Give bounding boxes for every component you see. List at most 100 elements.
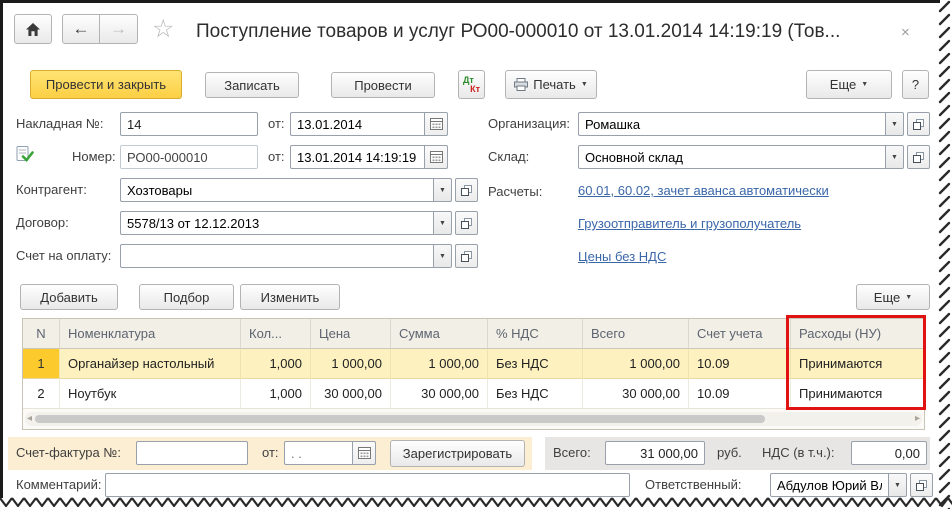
settlements-link[interactable]: 60.01, 60.02, зачет аванса автоматически	[578, 183, 829, 198]
pick-button[interactable]: Подбор	[139, 284, 234, 310]
number-date-field	[290, 145, 448, 169]
open-button[interactable]	[907, 112, 930, 136]
col-header-expenses: Расходы (НУ)	[791, 319, 926, 349]
forward-button[interactable]: →	[100, 14, 138, 44]
toolbar-more-button[interactable]: Еще ▼	[806, 70, 892, 99]
contract-combo: ▼	[120, 211, 478, 235]
number-input[interactable]	[120, 145, 258, 169]
chevron-down-icon: ▼	[439, 187, 446, 194]
counterparty-input[interactable]	[120, 178, 433, 202]
torn-edge-bottom	[0, 496, 952, 509]
dropdown-button[interactable]: ▼	[433, 178, 452, 202]
invoice-date-label: от:	[268, 112, 285, 136]
open-in-list-icon	[461, 185, 472, 196]
register-invoice-button[interactable]: Зарегистрировать	[390, 440, 525, 467]
printer-icon	[514, 78, 528, 91]
invoice-reg-date-input[interactable]	[284, 441, 352, 465]
warehouse-combo: ▼	[578, 145, 930, 169]
comment-label: Комментарий:	[16, 473, 102, 497]
open-button[interactable]	[455, 178, 478, 202]
post-button[interactable]: Провести	[331, 72, 435, 98]
vat-input[interactable]	[851, 441, 927, 465]
edit-button[interactable]: Изменить	[240, 284, 340, 310]
comment-input[interactable]	[105, 473, 630, 497]
items-more-label: Еще	[874, 290, 900, 305]
close-icon[interactable]: ×	[901, 25, 910, 40]
calendar-button[interactable]	[424, 145, 448, 169]
col-header-total: Всего	[583, 319, 689, 349]
responsible-label: Ответственный:	[645, 473, 741, 497]
print-button[interactable]: Печать ▼	[505, 70, 597, 99]
chevron-down-icon: ▼	[891, 154, 898, 161]
table-row[interactable]: 1 Органайзер настольный 1,000 1 000,00 1…	[23, 349, 924, 379]
add-row-button[interactable]: Добавить	[20, 284, 118, 310]
invoice-date-input[interactable]	[290, 112, 424, 136]
number-label: Номер:	[72, 145, 116, 169]
cell-price: 30 000,00	[311, 379, 391, 409]
open-button[interactable]	[910, 473, 933, 497]
home-button[interactable]	[14, 14, 52, 44]
col-header-price: Цена	[311, 319, 391, 349]
cell-sum: 30 000,00	[391, 379, 488, 409]
dropdown-button[interactable]: ▼	[888, 473, 907, 497]
save-button[interactable]: Записать	[205, 72, 299, 98]
cell-expenses: Принимаются	[791, 379, 926, 409]
col-header-item: Номенклатура	[60, 319, 241, 349]
cell-n: 2	[23, 379, 60, 409]
shipper-consignee-link[interactable]: Грузоотправитель и грузополучатель	[578, 216, 801, 231]
open-in-list-icon	[913, 152, 924, 163]
open-in-list-icon	[913, 119, 924, 130]
responsible-combo: ▼	[770, 473, 933, 497]
col-header-sum: Сумма	[391, 319, 488, 349]
total-label: Всего:	[553, 441, 591, 465]
dropdown-button[interactable]: ▼	[885, 145, 904, 169]
dropdown-button[interactable]: ▼	[433, 211, 452, 235]
open-button[interactable]	[455, 244, 478, 268]
help-button[interactable]: ?	[902, 70, 929, 99]
invoice-no-input[interactable]	[120, 112, 258, 136]
items-more-button[interactable]: Еще ▼	[856, 284, 930, 310]
invoice-no-label: Накладная №:	[16, 112, 103, 136]
cell-vat: Без НДС	[488, 379, 583, 409]
vat-label: НДС (в т.ч.):	[762, 441, 835, 465]
calendar-button[interactable]	[352, 441, 376, 465]
warehouse-input[interactable]	[578, 145, 885, 169]
back-button[interactable]: ←	[62, 14, 100, 44]
total-input[interactable]	[605, 441, 705, 465]
contract-label: Договор:	[16, 211, 69, 235]
post-and-close-button[interactable]: Провести и закрыть	[30, 70, 182, 99]
invoice-number-input[interactable]	[136, 441, 248, 465]
col-header-account: Счет учета	[689, 319, 791, 349]
calendar-button[interactable]	[424, 112, 448, 136]
invoice-date-from-label: от:	[262, 441, 279, 465]
calendar-icon	[430, 151, 443, 163]
number-date-label: от:	[268, 145, 285, 169]
prices-without-vat-link[interactable]: Цены без НДС	[578, 249, 666, 264]
toolbar-more-label: Еще	[830, 77, 856, 92]
open-button[interactable]	[907, 145, 930, 169]
dt-kt-postings-button[interactable]: Дт Кт	[458, 70, 485, 99]
contract-input[interactable]	[120, 211, 433, 235]
chevron-down-icon: ▼	[439, 220, 446, 227]
torn-edge-right	[937, 0, 952, 509]
horizontal-scrollbar[interactable]: ◂ ▸	[25, 412, 922, 426]
cell-item: Ноутбук	[60, 379, 241, 409]
payment-invoice-input[interactable]	[120, 244, 433, 268]
scrollbar-thumb[interactable]	[35, 415, 765, 423]
organization-combo: ▼	[578, 112, 930, 136]
dropdown-button[interactable]: ▼	[885, 112, 904, 136]
items-table-header: N Номенклатура Кол... Цена Сумма % НДС В…	[23, 319, 924, 349]
scroll-right-icon[interactable]: ▸	[915, 412, 920, 426]
chevron-down-icon: ▼	[905, 294, 912, 301]
table-row[interactable]: 2 Ноутбук 1,000 30 000,00 30 000,00 Без …	[23, 379, 924, 409]
cell-qty: 1,000	[241, 349, 311, 379]
number-date-input[interactable]	[290, 145, 424, 169]
scroll-left-icon[interactable]: ◂	[27, 412, 32, 426]
dropdown-button[interactable]: ▼	[433, 244, 452, 268]
counterparty-label: Контрагент:	[16, 178, 87, 202]
responsible-input[interactable]	[770, 473, 888, 497]
open-button[interactable]	[455, 211, 478, 235]
favorite-star-icon[interactable]: ☆	[152, 17, 174, 42]
organization-input[interactable]	[578, 112, 885, 136]
back-arrow-icon: ←	[73, 19, 90, 39]
